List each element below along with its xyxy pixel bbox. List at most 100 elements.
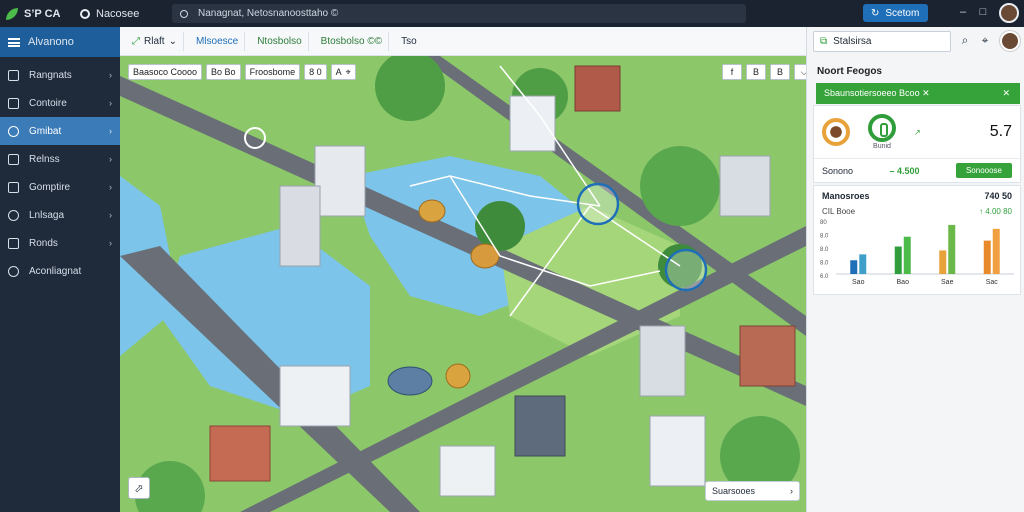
chip-label: Bo Bo — [211, 67, 236, 77]
kpi-footer: Sonono – 4.500 Sonooose — [814, 158, 1020, 186]
battery-ring-icon — [868, 114, 896, 142]
menu-icon — [8, 37, 20, 47]
sidebar-item-rangnats[interactable]: Rangnats › — [0, 61, 120, 89]
chart-bar[interactable] — [894, 246, 902, 274]
x-tick-label: Bao — [897, 279, 910, 286]
sidebar-item-gmibat[interactable]: Gmibat › — [0, 117, 120, 145]
globe-icon — [8, 209, 19, 221]
alert-banner[interactable]: Sbaunsotiersoeeo Bcoo ✕ ✕ — [816, 83, 1020, 104]
sidebar-item-contoire[interactable]: Contoire › — [0, 89, 120, 117]
chip-label: A — [335, 67, 342, 77]
chart-sub-left: CIL Booe — [822, 207, 856, 216]
map-controls: f B B ⌵ — [722, 64, 806, 80]
panel-user-avatar[interactable] — [1000, 31, 1020, 51]
sidebar-item-ronds[interactable]: Ronds › — [0, 229, 120, 257]
sonooose-button[interactable]: Sonooose — [955, 163, 1012, 178]
sidebar-item-gomptire[interactable]: Gomptire › — [0, 173, 120, 201]
chart-header: Manosroes 740 50 — [814, 186, 1020, 201]
chevron-down-icon: ⌄ — [168, 35, 177, 47]
chart-bar[interactable] — [903, 236, 911, 274]
app-switcher[interactable]: Nacosee — [80, 8, 170, 20]
sidebar-header[interactable]: Alvanono — [0, 27, 120, 57]
kpi-card: Bunid ↗ 5.7 Sonono – 4.500 Sonooose — [813, 105, 1021, 183]
progress-ring-icon — [822, 118, 850, 146]
logo-text: S’P CA — [24, 7, 61, 20]
city-map[interactable]: Baasoco Coooo Bo Bo Froosbome 8 0 A ⌖ f … — [120, 56, 806, 512]
map-control-filter[interactable]: f — [722, 64, 742, 80]
chart-bar[interactable] — [939, 250, 947, 274]
scetom-label: Scetom — [885, 7, 920, 19]
map-control-collapse[interactable]: ⌵ — [794, 64, 806, 80]
overlay-chip-baasoco[interactable]: Baasoco Coooo — [128, 64, 203, 80]
chart-bar[interactable] — [983, 240, 991, 274]
map-overlay-chips: Baasoco Coooo Bo Bo Froosbome 8 0 A ⌖ — [128, 64, 356, 80]
y-tick-label: 8.0 — [820, 247, 829, 253]
circle-icon — [80, 8, 90, 19]
toolbar-chip-ntosbolso[interactable]: Ntosbolso — [251, 31, 309, 51]
chip-label: 8 0 — [309, 67, 322, 77]
chip-label: Rlaft — [144, 35, 165, 47]
chevron-right-icon: › — [109, 238, 112, 248]
chart-bar[interactable] — [850, 260, 858, 274]
chart-bar[interactable] — [948, 224, 956, 274]
locate-button[interactable]: ⬀ — [128, 477, 150, 499]
toolbar-chip-tso[interactable]: Tso — [395, 32, 423, 51]
sidebar: Alvanono Rangnats › Contoire › Gmibat › … — [0, 27, 120, 512]
refresh-icon: ↻ — [871, 7, 880, 19]
user-avatar[interactable] — [999, 3, 1019, 23]
sidebar-item-label: Contoire — [29, 97, 67, 109]
scetom-button[interactable]: ↻ Scetom — [863, 4, 928, 22]
map-control-layer-b[interactable]: B — [770, 64, 790, 80]
crosshair-icon[interactable]: ⌖ — [977, 33, 993, 49]
close-icon[interactable]: ✕ — [1002, 88, 1010, 99]
chart-bar[interactable] — [992, 228, 1000, 274]
stats-search-text: Stalsirsa — [833, 36, 872, 47]
y-tick-label: 80 — [820, 220, 827, 226]
chevron-right-icon: › — [109, 210, 112, 220]
sidebar-item-label: Ronds — [29, 237, 58, 249]
title-bar: S’P CA Nacosee Nanagnat, Netosnanoosttah… — [0, 0, 1024, 27]
overlay-chip-froosbome[interactable]: Froosbome — [244, 64, 301, 80]
toolbar-chip-mlsoesce[interactable]: Mlsoesce — [190, 31, 246, 51]
toolbar-chip-rlaft[interactable]: ⤢ Rlaft ⌄ — [126, 31, 184, 51]
sidebar-item-lnlsaga[interactable]: Lnlsaga › — [0, 201, 120, 229]
toolbar-chip-btosbolso[interactable]: Btosbolso ©© — [315, 31, 390, 51]
navigate-icon: ⬀ — [134, 482, 144, 495]
chip-label: Tso — [401, 35, 417, 47]
map-toolbar: ⤢ Rlaft ⌄ Mlsoesce Ntosbolso Btosbolso ©… — [120, 27, 806, 56]
y-tick-label: 6.0 — [820, 274, 829, 280]
link-icon — [8, 125, 19, 137]
overlay-chip-a[interactable]: A ⌖ — [330, 64, 356, 80]
stats-search-field[interactable]: ⧉ Stalsirsa — [813, 31, 951, 52]
chip-label: Ntosbolso — [257, 35, 302, 47]
app-name: Nacosee — [96, 7, 140, 20]
status-dropdown[interactable]: Suarsooes › — [705, 481, 800, 501]
footer-label: Sonono — [822, 165, 854, 176]
maximize-button[interactable]: □ — [976, 6, 990, 18]
y-tick-label: 8.0 — [820, 234, 829, 240]
leaf-icon: ⧉ — [820, 36, 828, 47]
address-bar[interactable]: Nanagnat, Netosnanoosttaho © — [172, 4, 746, 23]
chevron-right-icon: › — [109, 70, 112, 80]
chip-label: Btosbolso ©© — [320, 35, 383, 47]
pin-icon: ⌖ — [345, 66, 351, 77]
sidebar-item-label: Lnlsaga — [29, 209, 65, 221]
chip-label: Mlsoesce — [195, 35, 239, 47]
minimize-button[interactable]: – — [956, 6, 970, 18]
overlay-chip-80[interactable]: 8 0 — [304, 64, 327, 80]
panel-title: Noort Feogos — [817, 66, 882, 77]
chart-bar[interactable] — [859, 254, 867, 274]
chart-icon — [8, 69, 19, 81]
search-icon[interactable]: ⌕ — [957, 33, 973, 49]
chip-label: Baasoco Coooo — [133, 67, 198, 77]
map-control-layer-a[interactable]: B — [746, 64, 766, 80]
sidebar-item-relnss[interactable]: Relnss › — [0, 145, 120, 173]
app-logo[interactable]: S’P CA — [0, 7, 80, 20]
kpi-row: Bunid ↗ 5.7 — [814, 106, 1020, 158]
sidebar-item-aconliagnat[interactable]: Aconliagnat — [0, 257, 120, 285]
map-illustration — [120, 56, 806, 512]
expand-icon: ⤢ — [132, 35, 140, 47]
edit-icon — [8, 237, 19, 249]
overlay-chip-bo-bo[interactable]: Bo Bo — [206, 64, 241, 80]
chart-sub-right: ↑ 4.00 80 — [979, 207, 1012, 216]
